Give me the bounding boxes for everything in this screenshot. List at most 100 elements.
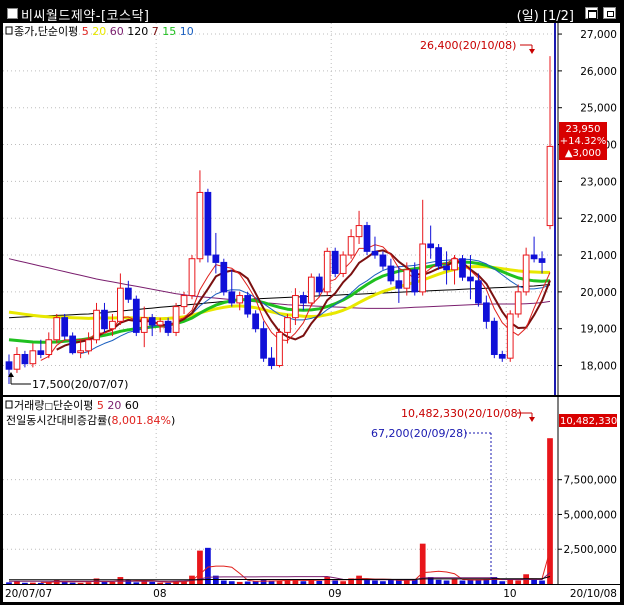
volume-bar bbox=[157, 582, 164, 584]
x-axis-label: 08 bbox=[153, 588, 166, 600]
volume-high-label: 10,482,330(20/10/08) bbox=[401, 407, 522, 420]
candle-body bbox=[276, 331, 283, 367]
current-price-box: 23,950 +14.32% ▲3,000 bbox=[559, 122, 607, 160]
volume-bar bbox=[69, 582, 76, 584]
candle bbox=[132, 295, 140, 337]
candle bbox=[363, 221, 371, 256]
candle-body bbox=[124, 287, 132, 300]
candle-body bbox=[506, 313, 514, 359]
stock-chart[interactable]: 18,00019,00020,00021,00022,00023,00024,0… bbox=[3, 23, 620, 602]
candle-body bbox=[427, 243, 435, 249]
price-axis-label: 25,000 bbox=[580, 103, 617, 115]
candle-body bbox=[530, 254, 538, 260]
candle-body bbox=[172, 306, 180, 333]
candle-body bbox=[228, 291, 236, 304]
candle-body bbox=[379, 254, 387, 267]
volume-bar bbox=[380, 581, 386, 584]
window-icon bbox=[7, 8, 18, 19]
candle bbox=[188, 255, 196, 300]
candle-body bbox=[475, 280, 482, 304]
candle-body bbox=[37, 350, 45, 355]
candle-body bbox=[355, 225, 363, 238]
price-legend-text: 종가,단순이평 5 20 60 120 7 15 10 bbox=[14, 25, 194, 38]
candle bbox=[506, 310, 514, 362]
volume-bar bbox=[395, 580, 402, 584]
volume-bar bbox=[340, 581, 347, 584]
maximize-button[interactable] bbox=[603, 7, 616, 19]
candle-body bbox=[387, 265, 395, 282]
candle-body bbox=[204, 191, 212, 256]
volume-bar bbox=[14, 581, 20, 584]
x-axis-label: 10 bbox=[503, 588, 516, 600]
candle bbox=[172, 302, 180, 337]
candle-body bbox=[61, 317, 69, 337]
period-label: (일) bbox=[516, 9, 539, 24]
volume-bar bbox=[300, 581, 307, 584]
title-bar[interactable]: 비씨월드제약-[코스닥] (일) [1/2] bbox=[3, 3, 620, 24]
candle bbox=[220, 258, 228, 296]
volume-bar bbox=[364, 579, 370, 584]
candle bbox=[244, 291, 252, 318]
x-axis-label: 20/10/08 bbox=[570, 588, 617, 600]
candle-body bbox=[148, 317, 156, 326]
current-volume-box: 10,482,330 bbox=[559, 414, 617, 427]
volume-bar bbox=[372, 580, 378, 584]
volume-bar bbox=[244, 581, 251, 584]
candle-body bbox=[411, 269, 419, 293]
restore-button[interactable] bbox=[585, 7, 598, 19]
volume-bar bbox=[276, 580, 283, 584]
candle-body bbox=[77, 350, 84, 354]
volume-bar bbox=[30, 582, 36, 584]
volume-bar bbox=[228, 581, 235, 584]
volume-bar bbox=[539, 580, 545, 584]
candle bbox=[252, 310, 259, 333]
period-page-indicator: (일) [1/2] bbox=[517, 5, 574, 24]
candle-body bbox=[13, 353, 21, 370]
x-axis-panel bbox=[3, 584, 620, 602]
volume-bar bbox=[515, 580, 522, 584]
volume-change-rate: 전일동시간대비증감률(8,001.84%) bbox=[6, 413, 175, 427]
candle bbox=[276, 328, 283, 368]
candle-body bbox=[236, 295, 244, 304]
candle bbox=[459, 255, 466, 281]
volume-bar bbox=[37, 582, 44, 584]
volume-bar bbox=[388, 579, 394, 584]
candle-body bbox=[467, 276, 474, 282]
candle-body bbox=[371, 250, 379, 256]
candle-body bbox=[29, 350, 37, 365]
candle-body bbox=[140, 317, 148, 333]
candle-body bbox=[546, 145, 554, 227]
volume-axis-label: 7,500,000 bbox=[564, 475, 617, 487]
volume-mark-label: 67,200(20/09/28) bbox=[371, 427, 467, 440]
candle-body bbox=[252, 313, 259, 330]
candle bbox=[522, 247, 530, 296]
candle-body bbox=[164, 320, 172, 333]
candle-body bbox=[220, 261, 228, 293]
candle-body bbox=[69, 335, 77, 354]
candle-body bbox=[156, 320, 164, 326]
volume-bar bbox=[165, 582, 171, 584]
candle-body bbox=[101, 309, 108, 330]
candle-body bbox=[244, 295, 252, 315]
candle-body bbox=[284, 317, 291, 333]
candle-body bbox=[53, 317, 61, 341]
candle-body bbox=[196, 191, 204, 260]
candle-body bbox=[395, 280, 403, 289]
candle-body bbox=[331, 250, 339, 274]
price-axis-label: 27,000 bbox=[580, 29, 617, 41]
volume-legend-text: 거래량□단순이평 5 20 60 bbox=[14, 399, 139, 412]
candle-body bbox=[451, 258, 458, 271]
candle-body bbox=[490, 320, 498, 355]
volume-bar bbox=[459, 580, 466, 584]
volume-bar bbox=[332, 580, 339, 584]
volume-bar bbox=[77, 582, 84, 584]
candle bbox=[69, 332, 77, 355]
candle-body bbox=[268, 357, 275, 367]
price-axis-label: 19,000 bbox=[580, 324, 617, 336]
candle-body bbox=[117, 287, 124, 322]
window-title: 비씨월드제약-[코스닥] bbox=[21, 9, 150, 24]
chart-window: 비씨월드제약-[코스닥] (일) [1/2] 18,000 19,000 20,00… bbox=[0, 0, 624, 605]
candle-body bbox=[363, 225, 371, 252]
volume-bar bbox=[220, 580, 227, 584]
volume-bar bbox=[507, 579, 514, 584]
